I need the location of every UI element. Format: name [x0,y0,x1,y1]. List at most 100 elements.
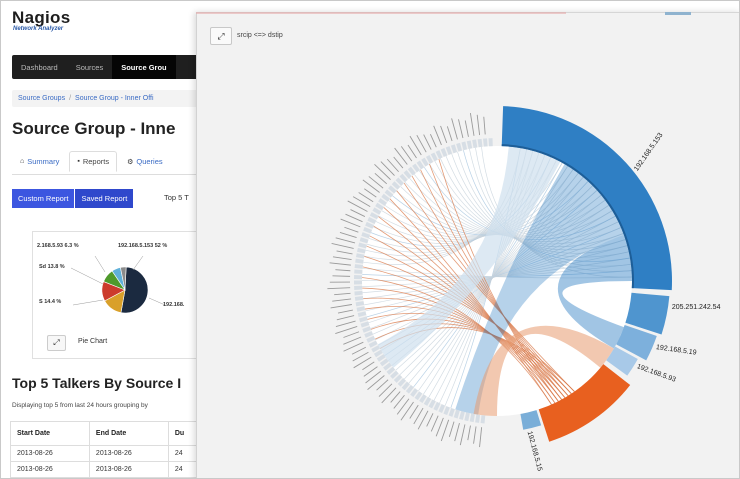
chord-node-arc[interactable] [443,406,450,416]
chord-host-label-mark [337,309,353,314]
chord-node-arc[interactable] [355,258,364,264]
custom-report-button[interactable]: Custom Report [12,189,75,208]
tab-queries[interactable]: ⚙ Queries [119,151,171,172]
tab-bar: ⌂ Summary ▪ Reports ⚙ Queries [12,151,171,172]
chord-node-arc[interactable] [354,290,363,296]
table-row: 2013-08-26 2013-08-26 24 [10,461,206,478]
chord-node-arc[interactable] [450,144,458,154]
chord-node-arc[interactable] [477,138,483,148]
table-row: 2013-08-26 2013-08-26 24 [10,445,206,462]
chord-host-label-mark [364,188,377,198]
chord-host-label-mark [479,427,483,448]
nav-item-source-groups[interactable]: Source Grou [112,55,176,79]
chord-host-label-mark [435,417,444,437]
gear-icon: ⚙ [127,158,134,166]
chord-node-arc[interactable] [357,247,366,254]
table-header-start-date[interactable]: Start Date [10,421,90,446]
chord-node-arc[interactable] [355,301,365,307]
breadcrumb-source-groups[interactable]: Source Groups [18,95,65,102]
chord-node-arc[interactable] [456,142,463,152]
pie-label-2-pct: 52 % [154,243,168,249]
chord-host-label-mark [335,320,356,328]
chord-host-label-mark [483,116,486,135]
chord-node-arc[interactable] [461,141,468,151]
chord-host-label-mark [467,425,471,441]
chord-node-arc[interactable] [354,280,363,285]
chord-node-arc[interactable] [362,326,372,333]
chord-node-arc[interactable] [354,275,363,280]
chord-host-label-mark [433,125,442,146]
pie-leader-line [70,267,104,285]
chord-node-arc[interactable] [356,253,365,259]
nav-item-sources[interactable]: Sources [67,55,113,79]
chord-host-label-mark [367,375,385,390]
home-icon: ⌂ [20,158,25,165]
chord-node-arc[interactable] [354,264,363,269]
chord-host-label-mark [440,419,450,442]
chord-node-arc[interactable] [469,413,475,423]
report-button-group: Custom Report Saved Report [12,189,134,208]
chord-host-label-mark [330,304,352,309]
tab-summary[interactable]: ⌂ Summary [12,151,67,172]
nagios-logo[interactable]: Nagios Network Analyzer [12,8,70,32]
chord-node-arc[interactable] [354,285,363,290]
breadcrumb-current-group[interactable]: Source Group - Inner Offi [75,95,153,102]
tab-reports[interactable]: ▪ Reports [69,151,118,172]
chord-node-arc[interactable] [466,140,473,150]
chord-node-arc[interactable] [488,138,493,147]
chord-host-label-mark [400,401,414,421]
chord-node-arc[interactable] [445,146,453,155]
chord-node-arc[interactable] [359,316,368,323]
pie-chart-panel: 2.168.5.93 6.3 % 192.168.5.153 52 % Sd 1… [32,231,202,359]
pie-label-2-name: 192.168.5.153 [118,243,154,249]
table-header-end-date[interactable]: End Date [88,421,169,446]
logo-subtext: Network Analyzer [13,26,64,32]
pie-label-2: 192.168.5.153 52 % [118,243,167,249]
chord-node-arc[interactable] [480,415,486,424]
chord-node-arc[interactable] [475,414,481,423]
nav-item-dashboard[interactable]: Dashboard [12,55,67,79]
chord-node-arc[interactable] [472,139,478,149]
chord-node-arc[interactable] [448,408,455,417]
tab-reports-label: Reports [82,157,110,166]
chord-host-label-mark [332,256,352,260]
chord-host-label-mark [458,119,464,139]
table-cell: 2013-08-26 [10,461,90,478]
chord-host-label-mark [362,361,375,371]
chord-node-arc[interactable] [464,412,470,422]
chord-host-label-mark [476,114,481,136]
chord-host-label-mark [327,287,351,290]
chord-node-arc[interactable] [453,409,460,419]
chord-node-arc[interactable] [354,296,364,301]
chord-host-label-mark [335,325,358,334]
chord-host-label-mark [464,120,469,137]
chord-node-arc[interactable] [358,242,367,249]
chord-node-arc[interactable] [359,237,369,244]
chord-node-arc[interactable] [483,138,488,147]
expand-icon[interactable]: ⤢ [47,335,66,351]
chord-host-label-mark [426,413,434,427]
modal-accent-bar [665,12,691,15]
pie-label-5: 192.168. [163,302,185,308]
chord-host-label-mark [440,125,448,144]
pie-label-1-name: 2.168.5.93 [37,243,63,249]
chord-host-label-mark [329,262,351,266]
chord-host-label-mark [352,351,369,362]
screenshot-frame: Nagios Network Analyzer Dashboard Source… [0,0,740,479]
pie-leader-line [132,255,144,271]
chord-node-arc[interactable] [356,306,366,312]
chord-host-label-mark [423,134,432,150]
chord-node-arc[interactable] [363,226,373,234]
top5-selector-label[interactable]: Top 5 T [164,193,189,202]
chord-host-label-mark [340,218,361,228]
chord-host-label-mark [335,237,356,244]
chord-host-label-mark [336,315,355,321]
chord-node-arc[interactable] [361,232,371,239]
main-navbar: Dashboard Sources Source Grou [12,55,222,79]
chord-node-arc[interactable] [354,269,363,274]
saved-report-button[interactable]: Saved Report [75,189,134,208]
chord-node-arc[interactable] [357,311,367,318]
chord-node-arc[interactable] [360,321,370,328]
chord-node-arc[interactable] [459,411,465,420]
chord-host-label-mark [332,275,351,277]
